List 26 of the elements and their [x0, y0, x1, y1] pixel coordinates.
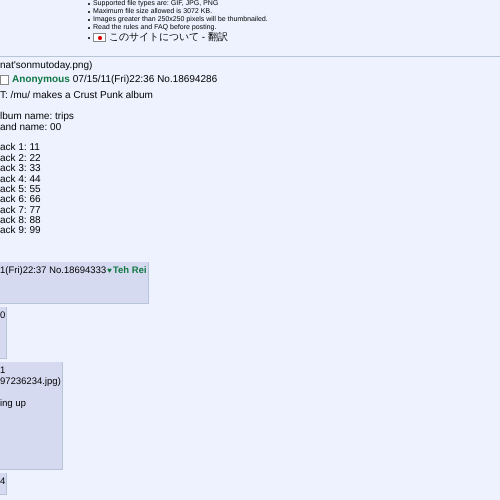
post-text: ack 2: 22: [0, 154, 42, 164]
flag-icon: [93, 33, 106, 42]
reply-text: ing up: [0, 398, 26, 409]
file-info: nat'sonmutoday.png): [0, 61, 94, 72]
poster-name: Anonymous: [12, 75, 70, 86]
checkbox[interactable]: [0, 75, 9, 86]
reply-text: 97236234.jpg): [0, 376, 61, 387]
reply-text: 4: [0, 476, 6, 487]
post-text: and name: 00: [0, 122, 62, 133]
post-text: ack 9: 99: [0, 226, 42, 237]
post-text: ack 1: 11: [0, 143, 41, 154]
post-text: T: /mu/ makes a Crust Punk album: [0, 91, 154, 102]
heart-icon: ♥: [107, 264, 112, 276]
post-text: lbum name: trips: [0, 112, 75, 122]
post-text: ack 3: 33: [0, 164, 42, 174]
post-text: ack 8: 88: [0, 216, 42, 226]
rule-text: このサイトについて - 翻訳: [109, 32, 228, 43]
post-text: ack 5: 55: [0, 184, 42, 195]
post-text: ack 6: 66: [0, 195, 42, 206]
poster-name: Teh Rei: [112, 264, 147, 276]
post-text: ack 4: 44: [0, 174, 42, 185]
reply-text: 1(Fri)22:37 No.18694333: [0, 264, 106, 276]
reply-text: 0: [0, 310, 6, 321]
post-text: ack 7: 77: [0, 206, 42, 216]
reply-text: 1: [0, 364, 6, 376]
post-date: 07/15/11(Fri)22:36 No.18694286: [72, 75, 218, 86]
